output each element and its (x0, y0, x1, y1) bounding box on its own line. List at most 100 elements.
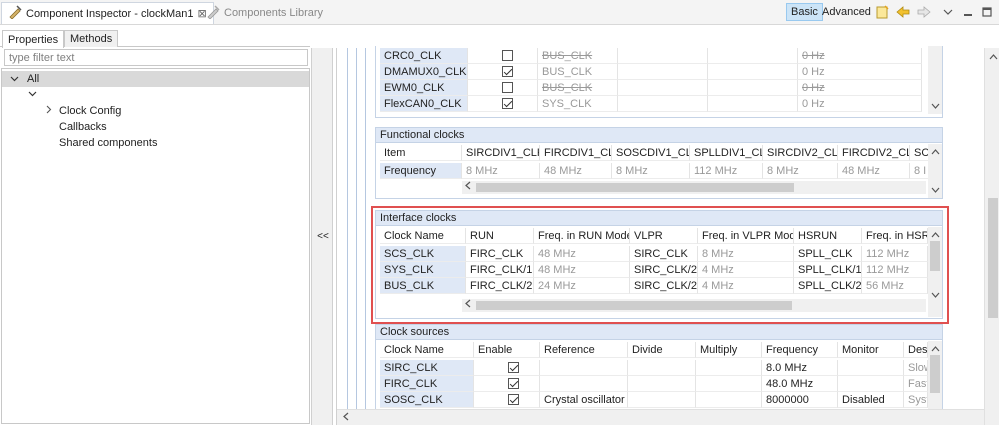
sources-value-cell[interactable] (838, 360, 904, 376)
sources-enable-cell[interactable] (474, 360, 540, 376)
enable-checkbox[interactable] (502, 50, 513, 61)
hscroll-thumb[interactable] (476, 183, 794, 192)
chevron-down-icon[interactable] (28, 89, 37, 101)
sources-value-cell[interactable] (696, 392, 762, 408)
sources-value-cell[interactable] (696, 376, 762, 392)
chevron-up-icon[interactable] (929, 229, 941, 241)
chevron-left-icon[interactable] (462, 299, 474, 311)
functional-hscroll[interactable] (462, 181, 926, 194)
advanced-button[interactable]: Advanced (818, 3, 875, 21)
sources-value-cell[interactable]: 48.0 MHz (762, 376, 838, 392)
interface-value-cell[interactable]: FIRC_CLK/2 (466, 278, 534, 294)
interface-value-cell[interactable]: SPLL_CLK (794, 246, 862, 262)
vscroll-thumb[interactable] (988, 198, 998, 318)
chevron-down-icon[interactable] (929, 184, 941, 196)
sources-value-cell[interactable] (628, 392, 696, 408)
tree-item-all[interactable]: All (2, 71, 309, 87)
tree-item-shared-components[interactable]: Shared components (2, 135, 309, 151)
interface-value-cell[interactable]: SIRC_CLK/2 (630, 262, 698, 278)
sources-value-cell[interactable]: Crystal oscillator (540, 392, 628, 408)
sources-value-cell[interactable] (628, 376, 696, 392)
peripheral-enable-cell[interactable] (468, 64, 538, 80)
sources-value-cell[interactable]: Syste (904, 392, 928, 408)
sources-value-cell[interactable] (540, 376, 628, 392)
peripheral-name-cell: DMAMUX0_CLK (380, 64, 468, 80)
sources-value-cell[interactable]: 8000000 (762, 392, 838, 408)
interface-value-cell[interactable]: SPLL_CLK/2 (794, 278, 862, 294)
chevron-up-icon[interactable] (929, 343, 941, 355)
sources-value-cell[interactable] (628, 360, 696, 376)
functional-vscroll[interactable] (928, 144, 942, 198)
chevron-up-icon[interactable] (929, 146, 941, 158)
new-note-icon[interactable] (874, 4, 890, 20)
enable-checkbox[interactable] (508, 378, 519, 389)
sources-row-label: SIRC_CLK (380, 360, 474, 376)
sources-value-cell[interactable] (696, 360, 762, 376)
functional-header-cell: SPLLDIV1_CLK (690, 145, 763, 161)
hscroll-thumb[interactable] (476, 301, 792, 310)
view-menu-icon[interactable] (940, 4, 956, 20)
interface-value-cell[interactable]: FIRC_CLK/1 (466, 262, 534, 278)
content-vscroll[interactable] (984, 48, 999, 425)
chevron-down-icon[interactable] (929, 100, 941, 112)
functional-header-cell: Item (380, 145, 462, 161)
interface-row-label: BUS_CLK (380, 278, 466, 294)
tab-methods[interactable]: Methods (64, 30, 119, 47)
enable-checkbox[interactable] (502, 82, 513, 93)
sources-value-cell[interactable]: Fast (904, 376, 928, 392)
chevron-left-icon[interactable] (462, 181, 474, 193)
properties-methods-tabs: Properties Methods (0, 28, 310, 48)
tree-item-clock-config[interactable]: Clock Config (2, 103, 309, 119)
enable-checkbox[interactable] (508, 362, 519, 373)
maximize-icon[interactable] (979, 4, 995, 20)
interface-value-cell: 4 MHz (698, 262, 794, 278)
collapse-button[interactable]: << (312, 228, 334, 244)
sources-enable-cell[interactable] (474, 376, 540, 392)
interface-value-cell[interactable]: SPLL_CLK/1 (794, 262, 862, 278)
enable-checkbox[interactable] (502, 66, 513, 77)
peripheral-enable-cell[interactable] (468, 80, 538, 96)
sources-value-cell[interactable]: 8.0 MHz (762, 360, 838, 376)
interface-hscroll[interactable] (462, 299, 926, 312)
chevron-down-icon[interactable] (10, 74, 22, 85)
chevron-right-icon[interactable] (44, 105, 53, 117)
chevron-left-icon[interactable] (340, 412, 352, 424)
panel-splitter[interactable]: << (311, 48, 333, 425)
interface-value-cell[interactable]: FIRC_CLK (466, 246, 534, 262)
sources-enable-cell[interactable] (474, 392, 540, 408)
forward-arrow-icon[interactable] (916, 4, 932, 20)
tab-component-inspector[interactable]: Component Inspector - clockMan1 ⊠ (1, 2, 214, 24)
peripheral-vscroll[interactable] (928, 46, 942, 114)
peripheral-source-cell[interactable]: SYS_CLK (538, 96, 618, 112)
interface-vscroll[interactable] (928, 227, 942, 317)
tree-item-unnamed[interactable] (2, 87, 309, 103)
chevron-down-icon[interactable] (929, 289, 941, 301)
sources-value-cell[interactable] (540, 360, 628, 376)
peripheral-source-cell[interactable]: BUS_CLK (538, 80, 618, 96)
interface-value-cell[interactable]: SIRC_CLK/2 (630, 278, 698, 294)
empty-cell (708, 96, 798, 112)
minimize-icon[interactable] (960, 4, 976, 20)
enable-checkbox[interactable] (508, 394, 519, 405)
interface-value-cell[interactable]: SIRC_CLK (630, 246, 698, 262)
peripheral-enable-cell[interactable] (468, 96, 538, 112)
tree-item-callbacks[interactable]: Callbacks (2, 119, 309, 135)
sources-value-cell[interactable]: Slow (904, 360, 928, 376)
interface-value-cell: 24 MHz (534, 278, 630, 294)
sources-value-cell[interactable]: Disabled (838, 392, 904, 408)
vscroll-thumb[interactable] (930, 355, 940, 393)
sources-vscroll[interactable] (928, 341, 942, 410)
sources-row-label: SOSC_CLK (380, 392, 474, 408)
filter-input[interactable] (4, 49, 308, 66)
sources-value-cell[interactable] (838, 376, 904, 392)
tab-components-library[interactable]: Components Library (200, 2, 329, 24)
peripheral-source-cell[interactable]: BUS_CLK (538, 48, 618, 64)
vscroll-thumb[interactable] (930, 241, 940, 271)
back-arrow-icon[interactable] (895, 4, 911, 20)
content-hscroll[interactable] (337, 409, 984, 425)
enable-checkbox[interactable] (502, 98, 513, 109)
chevron-up-icon[interactable] (987, 51, 999, 63)
peripheral-enable-cell[interactable] (468, 48, 538, 64)
peripheral-source-cell[interactable]: BUS_CLK (538, 64, 618, 80)
tab-properties[interactable]: Properties (2, 30, 65, 48)
